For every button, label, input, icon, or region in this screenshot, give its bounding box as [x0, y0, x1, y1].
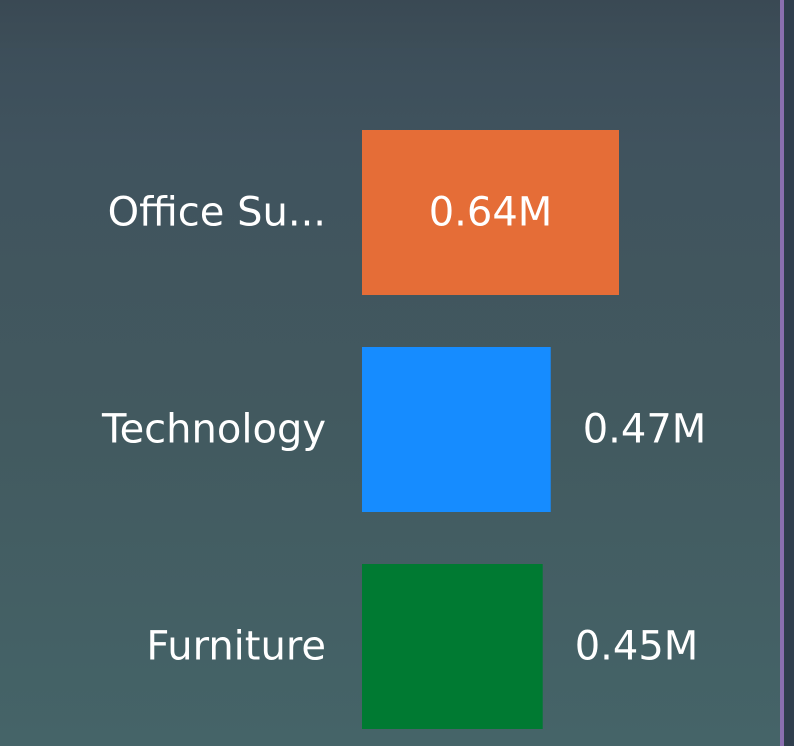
panel-right-strip — [784, 0, 794, 746]
category-label-technology: Technology — [101, 407, 326, 453]
bar-furniture[interactable] — [362, 564, 543, 729]
bar-chart: Office Su... 0.64M Technology 0.47M Furnitur… — [101, 130, 707, 729]
value-label-office-su: 0.64M — [429, 190, 553, 236]
bar-technology[interactable] — [362, 347, 551, 512]
value-label-technology: 0.47M — [583, 407, 707, 453]
category-label-furniture: Furniture — [146, 624, 326, 670]
value-label-furniture: 0.45M — [575, 624, 699, 670]
category-label-office-su: Office Su... — [108, 190, 326, 236]
chart-canvas: Office Su... 0.64M Technology 0.47M Furnitur… — [0, 0, 794, 746]
